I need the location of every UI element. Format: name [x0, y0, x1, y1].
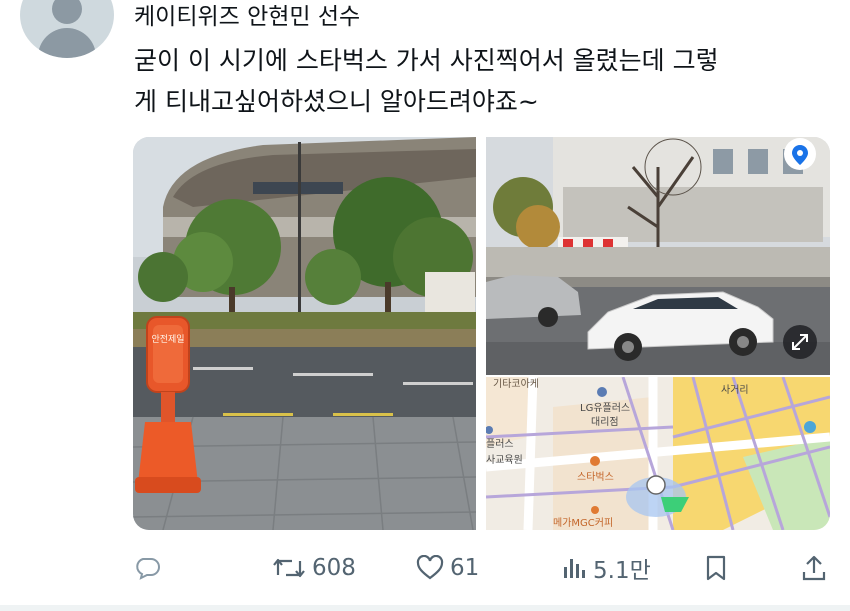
left-photo[interactable]: 안전제일 [133, 137, 477, 530]
bookmark-button[interactable] [704, 550, 728, 586]
share-icon [802, 555, 826, 581]
view-count: 5.1만 [593, 558, 651, 584]
map-label-left-1: 플러스 [486, 438, 514, 450]
action-bar: 608 61 5.1만 [0, 550, 850, 586]
street-view-photo[interactable] [486, 137, 830, 375]
author-line: 케이티위즈 안현민 선수 [134, 4, 361, 30]
map-view[interactable]: 기타코아케 LG유플러스 대리점 플러스 사교육원 스타벅스 메가MGC커피 사… [485, 376, 830, 530]
tweet-text-line: 게 티내고싶어하셨으니 알아드려야죠~ [134, 87, 539, 116]
views-button[interactable]: 5.1만 [561, 550, 651, 586]
retweet-button[interactable]: 608 [272, 550, 356, 586]
retweet-icon [273, 558, 305, 578]
location-pin-icon[interactable] [784, 138, 816, 170]
retweet-count: 608 [312, 555, 356, 581]
avatar-shoulders [38, 28, 96, 58]
avatar-head [52, 0, 82, 24]
map-label-bottom: 메가MGC커피 [553, 517, 613, 529]
like-button[interactable]: 61 [416, 550, 479, 586]
map-label-starbucks: 스타벅스 [577, 471, 614, 483]
tweet-text-line: 굳이 이 시기에 스타벅스 가서 사진찍어서 올렸는데 그렇 [134, 46, 719, 75]
reply-button[interactable] [133, 550, 167, 586]
map-label-top: 기타코아케 [493, 378, 539, 390]
map-label-lg-branch: 대리점 [591, 416, 619, 428]
share-button[interactable] [801, 550, 827, 586]
safety-sign-text: 안전제일 [151, 334, 184, 345]
media-grid[interactable]: 안전제일 기타코아케 LG유플러스 대리점 플러스 사교육원 스타벅스 메가MG… [133, 137, 830, 530]
bookmark-icon [706, 555, 726, 581]
bar-chart-icon [564, 559, 585, 578]
map-label-lg: LG유플러스 [580, 402, 630, 414]
divider [0, 605, 850, 611]
reply-icon [136, 558, 160, 580]
map-label-left-2: 사교육원 [486, 454, 523, 466]
map-label-corner: 사거리 [721, 384, 749, 396]
heart-icon [416, 555, 444, 580]
tweet-text: 굳이 이 시기에 스타벅스 가서 사진찍어서 올렸는데 그렇 게 티내고싶어하셨… [134, 40, 834, 122]
avatar[interactable] [20, 0, 114, 58]
expand-icon[interactable] [783, 325, 817, 359]
like-count: 61 [450, 555, 480, 581]
